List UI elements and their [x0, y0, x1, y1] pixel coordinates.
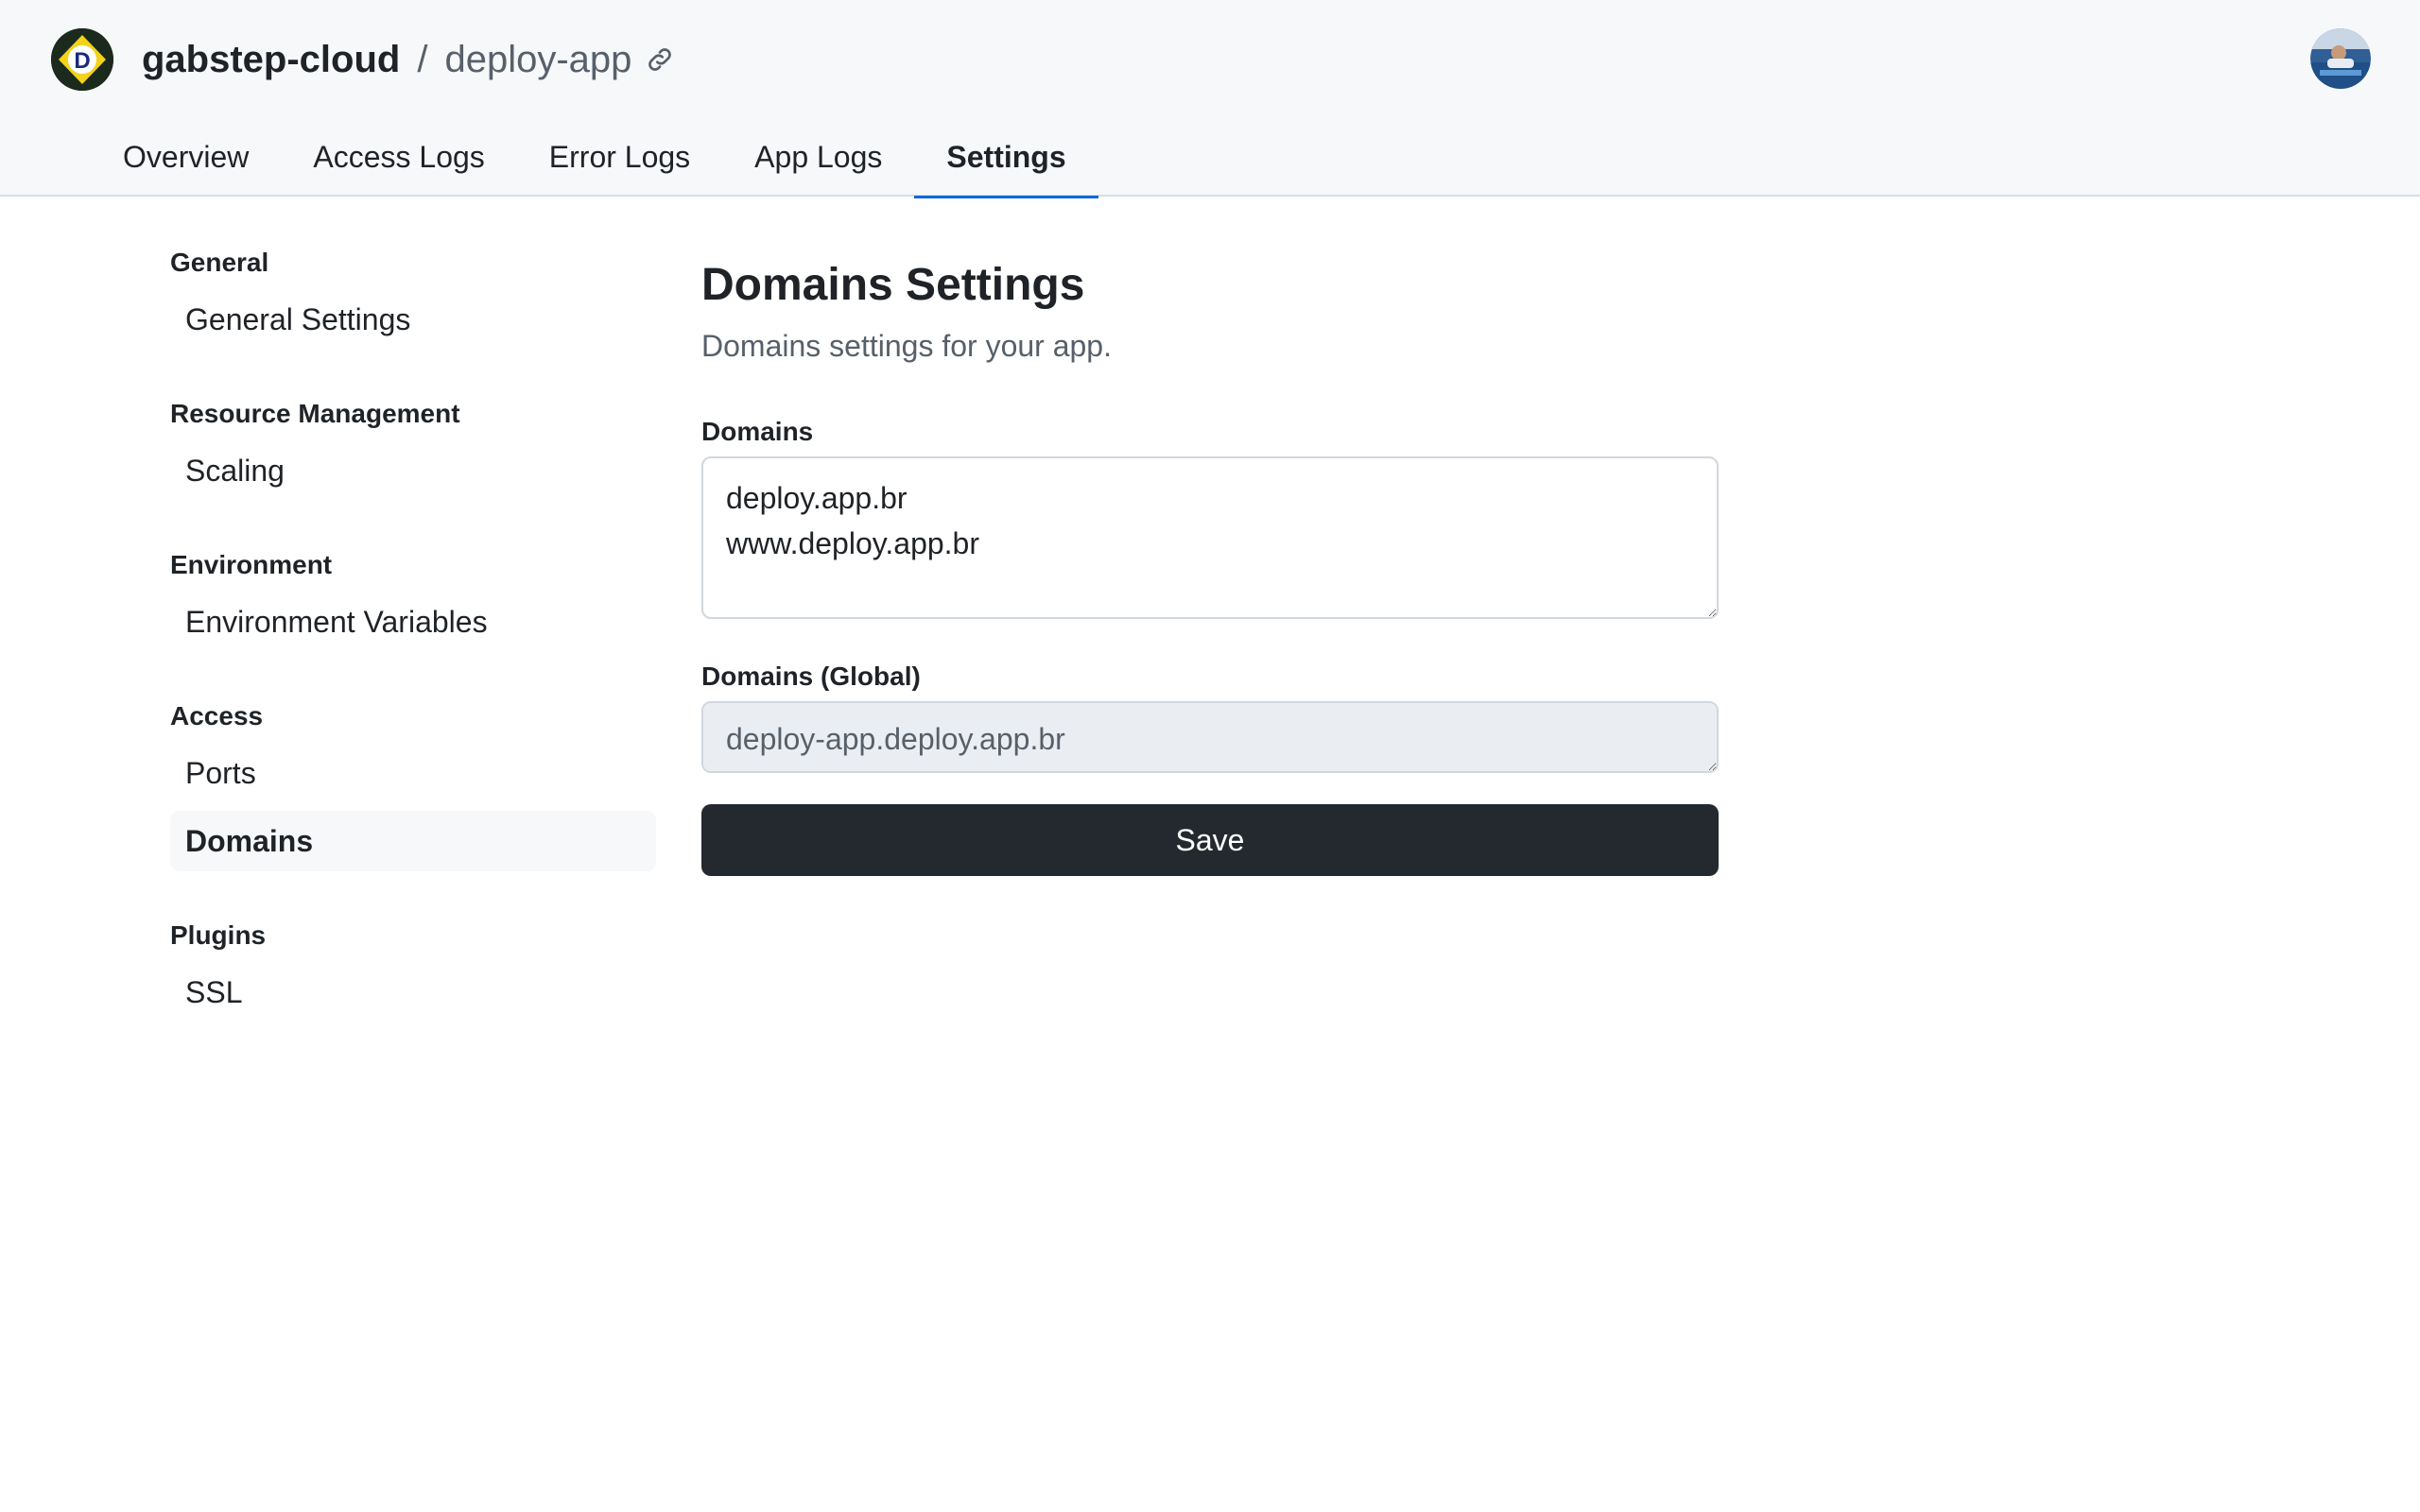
tab-settings[interactable]: Settings [914, 125, 1098, 198]
logo-graphic: D [51, 28, 113, 91]
breadcrumb-separator: / [417, 38, 428, 80]
sidebar-group-title: Environment [170, 550, 333, 579]
sidebar-group-environment: Environment Environment Variables [170, 546, 656, 652]
sidebar-group-title: Access [170, 701, 264, 730]
sidebar-group-general: General General Settings [170, 244, 656, 350]
sidebar-item-scaling[interactable]: Scaling [170, 440, 656, 501]
sidebar-item-domains[interactable]: Domains [170, 811, 656, 871]
tab-bar: Overview Access Logs Error Logs App Logs… [91, 125, 1098, 198]
domains-label: Domains [701, 417, 814, 446]
sidebar-item-ports[interactable]: Ports [170, 743, 656, 803]
sidebar-group-title: General [170, 248, 269, 277]
sidebar-group-plugins: Plugins SSL [170, 917, 656, 1022]
tab-app-logs[interactable]: App Logs [722, 125, 914, 197]
tab-error-logs[interactable]: Error Logs [517, 125, 722, 197]
sidebar-item-ssl[interactable]: SSL [170, 962, 656, 1022]
breadcrumb-owner[interactable]: gabstep-cloud [142, 39, 400, 81]
sidebar-item-environment-variables[interactable]: Environment Variables [170, 592, 656, 652]
domains-settings-panel: Domains Settings Domains settings for yo… [701, 255, 1719, 876]
domains-global-label: Domains (Global) [701, 662, 921, 691]
sidebar-group-access: Access Ports Domains [170, 697, 656, 871]
tab-overview[interactable]: Overview [91, 125, 281, 197]
sidebar-group-title: Plugins [170, 920, 267, 950]
sidebar-group-title: Resource Management [170, 399, 460, 428]
link-icon[interactable] [645, 44, 675, 75]
top-header: D gabstep-cloud / deploy-app Overview Ac… [0, 0, 2420, 198]
domains-textarea[interactable]: deploy.app.br www.deploy.app.br [701, 456, 1719, 619]
avatar-image [2310, 28, 2371, 89]
svg-text:D: D [74, 48, 90, 74]
page-subtitle: Domains settings for your app. [701, 329, 1112, 363]
breadcrumb-app-name[interactable]: deploy-app [444, 39, 631, 81]
breadcrumb: D gabstep-cloud / deploy-app [51, 28, 675, 91]
sidebar-item-general-settings[interactable]: General Settings [170, 289, 656, 350]
sidebar-group-resource-management: Resource Management Scaling [170, 395, 656, 501]
tab-access-logs[interactable]: Access Logs [281, 125, 516, 197]
dokku-logo-icon[interactable]: D [51, 28, 113, 91]
user-avatar-icon[interactable] [2310, 28, 2371, 89]
domains-global-textarea: deploy-app.deploy.app.br [701, 701, 1719, 773]
page-title: Domains Settings [701, 260, 1085, 310]
settings-sidebar: General General Settings Resource Manage… [170, 244, 656, 1068]
save-button[interactable]: Save [701, 804, 1719, 876]
